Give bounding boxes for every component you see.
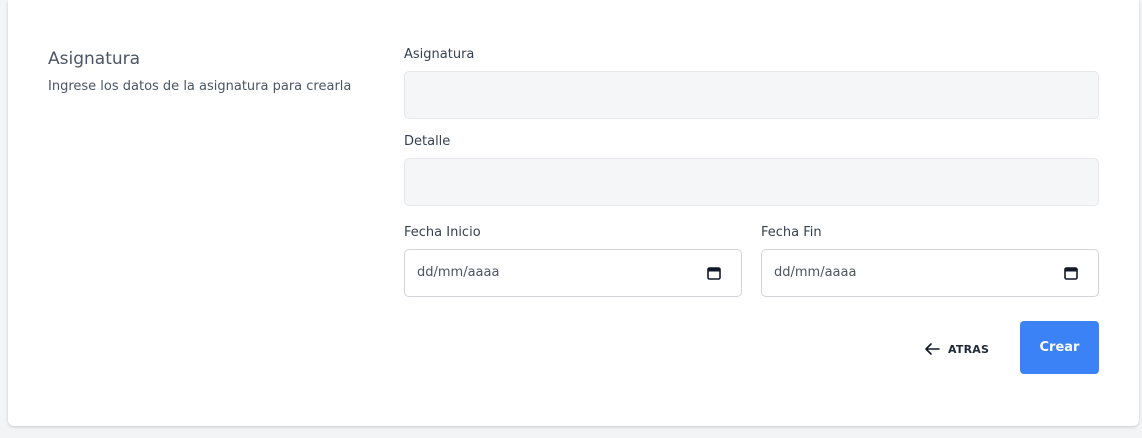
asignatura-label: Asignatura	[404, 47, 475, 62]
calendar-icon[interactable]	[707, 266, 721, 280]
asignatura-input[interactable]	[404, 71, 1099, 119]
back-label: ATRAS	[948, 342, 990, 356]
section-description: Ingrese los datos de la asignatura para …	[48, 79, 352, 94]
fecha-inicio-input[interactable]: dd/mm/aaaa	[404, 249, 742, 297]
fecha-fin-input[interactable]: dd/mm/aaaa	[761, 249, 1099, 297]
fecha-fin-placeholder: dd/mm/aaaa	[774, 265, 857, 280]
back-link[interactable]: ATRAS	[924, 342, 989, 356]
arrow-left-icon	[925, 343, 940, 355]
detalle-input[interactable]	[404, 158, 1099, 206]
detalle-label: Detalle	[404, 134, 451, 149]
section-title: Asignatura	[48, 49, 141, 69]
calendar-icon[interactable]	[1064, 266, 1078, 280]
form-card: Asignatura Ingrese los datos de la asign…	[8, 0, 1139, 426]
fecha-inicio-label: Fecha Inicio	[404, 225, 481, 240]
fecha-inicio-placeholder: dd/mm/aaaa	[417, 265, 500, 280]
fecha-fin-label: Fecha Fin	[761, 225, 822, 240]
create-button[interactable]: Crear	[1020, 321, 1099, 374]
